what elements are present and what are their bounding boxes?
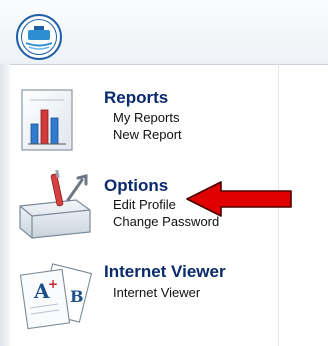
options-title[interactable]: Options	[104, 176, 168, 196]
school-district-seal-logo[interactable]	[16, 14, 62, 60]
graded-papers-icon[interactable]: A + B	[16, 262, 96, 332]
internet-viewer-link[interactable]: Internet Viewer	[113, 285, 200, 300]
edit-profile-link[interactable]: Edit Profile	[113, 197, 176, 212]
internet-viewer-title[interactable]: Internet Viewer	[104, 262, 226, 282]
reports-section: Reports My Reports New Report	[0, 80, 270, 160]
internet-viewer-section: A + B Internet Viewer Internet Viewer	[0, 256, 270, 336]
my-reports-link[interactable]: My Reports	[113, 110, 179, 125]
svg-text:+: +	[48, 277, 58, 291]
red-arrow-icon	[186, 181, 292, 217]
toolbox-icon[interactable]	[16, 170, 96, 240]
header-bar	[0, 0, 328, 65]
new-report-link[interactable]: New Report	[113, 127, 182, 142]
bar-chart-icon[interactable]	[16, 88, 84, 154]
svg-text:B: B	[70, 287, 84, 306]
reports-title[interactable]: Reports	[104, 88, 168, 108]
